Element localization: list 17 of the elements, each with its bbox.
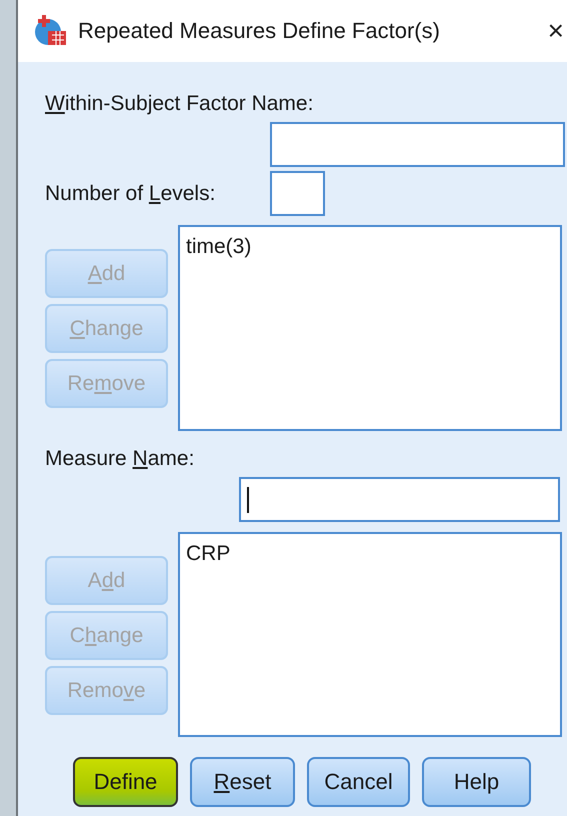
field-label: Within-Subject Factor Name:: [45, 92, 314, 116]
field-label: Number of Levels:: [45, 182, 216, 206]
dialog-button[interactable]: Reset: [190, 757, 295, 807]
measure-list[interactable]: CRP: [178, 532, 562, 737]
factor-name-field[interactable]: [270, 122, 565, 167]
levels-field[interactable]: [270, 171, 325, 216]
field-label: Measure Name:: [45, 447, 196, 471]
window-title: Repeated Measures Define Factor(s): [78, 18, 441, 44]
list-item[interactable]: time(3): [186, 235, 554, 259]
app-logo-icon: [34, 15, 68, 47]
factor-list[interactable]: time(3): [178, 225, 562, 431]
close-button[interactable]: ×: [548, 15, 564, 47]
dialog-button[interactable]: Define: [73, 757, 178, 807]
dialog-button[interactable]: Cancel: [307, 757, 410, 807]
measure-name-field[interactable]: [239, 477, 560, 522]
dialog-button[interactable]: Help: [422, 757, 531, 807]
list-item[interactable]: CRP: [186, 542, 554, 566]
